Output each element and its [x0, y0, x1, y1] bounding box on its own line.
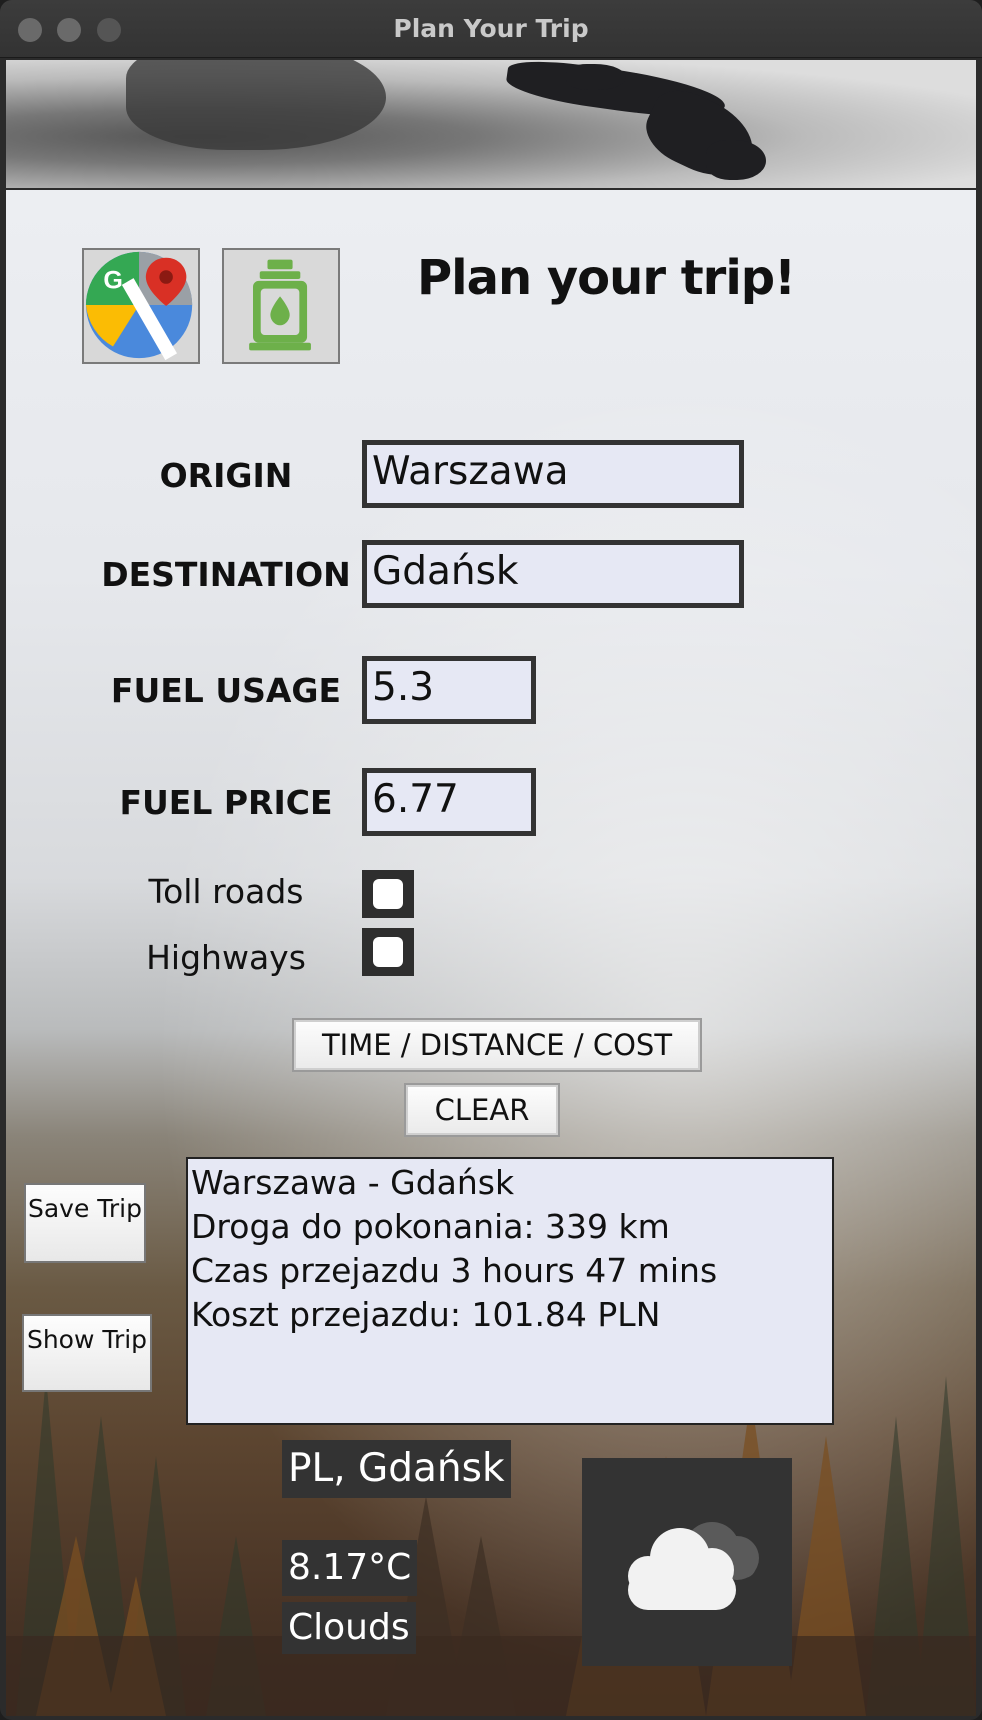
- weather-condition: Clouds: [282, 1602, 416, 1654]
- title-bar: Plan Your Trip: [0, 0, 982, 58]
- result-textarea[interactable]: Warszawa - Gdańsk Droga do pokonania: 33…: [186, 1157, 834, 1425]
- result-line: Czas przejazdu 3 hours 47 mins: [191, 1251, 718, 1290]
- destination-input[interactable]: Gdańsk: [362, 540, 744, 608]
- map-banner-image: [6, 60, 976, 188]
- weather-temperature: 8.17°C: [282, 1540, 418, 1596]
- window-title: Plan Your Trip: [393, 14, 589, 43]
- fuel-price-input[interactable]: 6.77: [362, 768, 536, 836]
- clear-button[interactable]: CLEAR: [404, 1083, 560, 1137]
- toll-roads-checkbox[interactable]: [362, 870, 414, 918]
- weather-location: PL, Gdańsk: [282, 1440, 511, 1498]
- result-line: Koszt przejazdu: 101.84 PLN: [191, 1295, 661, 1334]
- calculate-button[interactable]: TIME / DISTANCE / COST: [292, 1018, 702, 1072]
- toll-roads-label: Toll roads: [148, 872, 304, 911]
- result-line: Droga do pokonania: 339 km: [191, 1207, 670, 1246]
- origin-input[interactable]: Warszawa: [362, 440, 744, 508]
- fuel-station-button[interactable]: [222, 248, 340, 364]
- show-trip-button[interactable]: Show Trip: [22, 1314, 152, 1392]
- google-maps-button[interactable]: G: [82, 248, 200, 364]
- fuel-price-label: FUEL PRICE: [119, 783, 333, 822]
- highways-label: Highways: [146, 938, 306, 977]
- google-maps-icon: G: [85, 251, 193, 361]
- page-title: Plan your trip!: [416, 250, 796, 306]
- weather-icon-panel: [582, 1458, 792, 1666]
- save-trip-button[interactable]: Save Trip: [24, 1183, 146, 1263]
- clouds-icon: [628, 1522, 759, 1610]
- main-panel: G Plan your trip! ORIGIN Warszawa DESTIN…: [6, 190, 976, 1716]
- highways-checkbox[interactable]: [362, 928, 414, 976]
- fuel-pump-icon: [224, 250, 338, 362]
- destination-label: DESTINATION: [101, 555, 351, 594]
- origin-label: ORIGIN: [159, 456, 293, 495]
- svg-text:G: G: [103, 267, 123, 295]
- app-window: Plan Your Trip G Plan your trip! ORIGIN …: [0, 0, 982, 1720]
- fuel-usage-input[interactable]: 5.3: [362, 656, 536, 724]
- fuel-usage-label: FUEL USAGE: [110, 671, 342, 710]
- result-line: Warszawa - Gdańsk: [191, 1163, 515, 1202]
